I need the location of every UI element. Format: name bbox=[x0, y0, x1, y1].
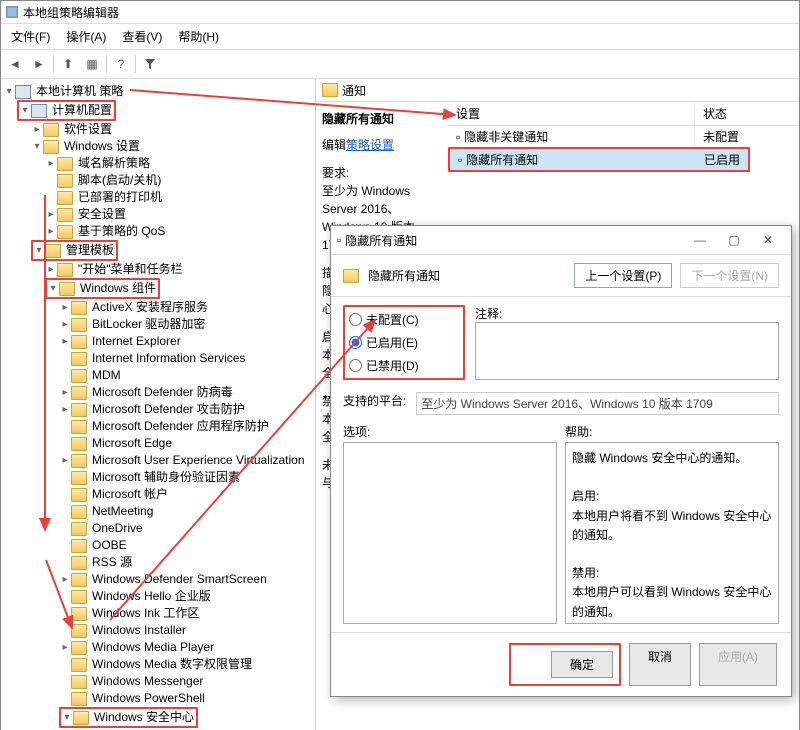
dialog-titlebar: ▫ 隐藏所有通知 — ▢ ✕ bbox=[331, 226, 791, 255]
fwd-button[interactable]: ► bbox=[29, 54, 49, 74]
col-setting[interactable]: 设置 bbox=[448, 102, 695, 125]
tree-computer-config[interactable]: 计算机配置 bbox=[50, 102, 114, 119]
detail-button[interactable]: ▦ bbox=[82, 54, 102, 74]
tree-windows-security[interactable]: Windows 安全中心 bbox=[92, 709, 196, 726]
app-icon bbox=[5, 5, 19, 19]
edit-policy-link[interactable]: 策略设置 bbox=[346, 138, 394, 152]
comment-input[interactable] bbox=[475, 322, 779, 380]
menu-view[interactable]: 查看(V) bbox=[116, 26, 168, 47]
menu-help[interactable]: 帮助(H) bbox=[172, 26, 225, 47]
options-pane bbox=[343, 442, 557, 624]
menubar: 文件(F) 操作(A) 查看(V) 帮助(H) bbox=[1, 24, 799, 50]
close-button[interactable]: ✕ bbox=[751, 229, 785, 251]
radio-not-configured[interactable]: 未配置(C) bbox=[349, 311, 459, 328]
state-radios: 未配置(C) 已启用(E) 已禁用(D) bbox=[343, 305, 465, 380]
radio-disabled[interactable]: 已禁用(D) bbox=[349, 357, 459, 374]
dialog-heading: 隐藏所有通知 bbox=[368, 267, 440, 284]
filter-button[interactable] bbox=[140, 54, 160, 74]
help-button[interactable]: ? bbox=[111, 54, 131, 74]
support-label: 支持的平台: bbox=[343, 392, 406, 415]
tree-admin-templates[interactable]: 管理模板 bbox=[64, 242, 116, 259]
list-header: 设置 状态 bbox=[448, 102, 799, 126]
window-title: 本地组策略编辑器 bbox=[23, 4, 119, 21]
apply-button: 应用(A) bbox=[699, 643, 777, 686]
prev-setting-button[interactable]: 上一个设置(P) bbox=[574, 263, 672, 288]
radio-enabled[interactable]: 已启用(E) bbox=[349, 334, 459, 351]
policy-dialog: ▫ 隐藏所有通知 — ▢ ✕ 隐藏所有通知 上一个设置(P) 下一个设置(N) 未… bbox=[330, 225, 792, 697]
up-button[interactable]: ⬆ bbox=[58, 54, 78, 74]
menu-file[interactable]: 文件(F) bbox=[5, 26, 56, 47]
back-button[interactable]: ◄ bbox=[5, 54, 25, 74]
ok-button[interactable]: 确定 bbox=[551, 651, 613, 678]
comment-label: 注释: bbox=[475, 305, 779, 322]
cancel-button[interactable]: 取消 bbox=[629, 643, 691, 686]
dialog-icon: ▫ bbox=[337, 233, 341, 247]
tree-pane[interactable]: ▾本地计算机 策略 ▾计算机配置 ▸软件设置 ▾Windows 设置 ▸域名解析… bbox=[1, 79, 316, 730]
titlebar: 本地组策略编辑器 bbox=[1, 1, 799, 24]
tree-root[interactable]: 本地计算机 策略 bbox=[34, 83, 125, 100]
help-pane: 隐藏 Windows 安全中心的通知。 启用: 本地用户将看不到 Windows… bbox=[565, 442, 779, 624]
next-setting-button: 下一个设置(N) bbox=[680, 263, 779, 288]
menu-action[interactable]: 操作(A) bbox=[60, 26, 112, 47]
maximize-button[interactable]: ▢ bbox=[717, 229, 751, 251]
policy-name: 隐藏所有通知 bbox=[322, 110, 442, 128]
list-row-selected[interactable]: ▫隐藏所有通知 已启用 bbox=[448, 147, 750, 172]
minimize-button[interactable]: — bbox=[683, 229, 717, 251]
path-bar: 通知 bbox=[316, 79, 799, 102]
dialog-title: 隐藏所有通知 bbox=[345, 232, 417, 249]
tree-windows-components[interactable]: Windows 组件 bbox=[78, 280, 158, 297]
list-row[interactable]: ▫隐藏非关键通知 未配置 bbox=[448, 126, 799, 147]
toolbar: ◄ ► ⬆ ▦ ? bbox=[1, 50, 799, 79]
support-text: 至少为 Windows Server 2016、Windows 10 版本 17… bbox=[416, 392, 779, 415]
col-state[interactable]: 状态 bbox=[695, 102, 799, 125]
